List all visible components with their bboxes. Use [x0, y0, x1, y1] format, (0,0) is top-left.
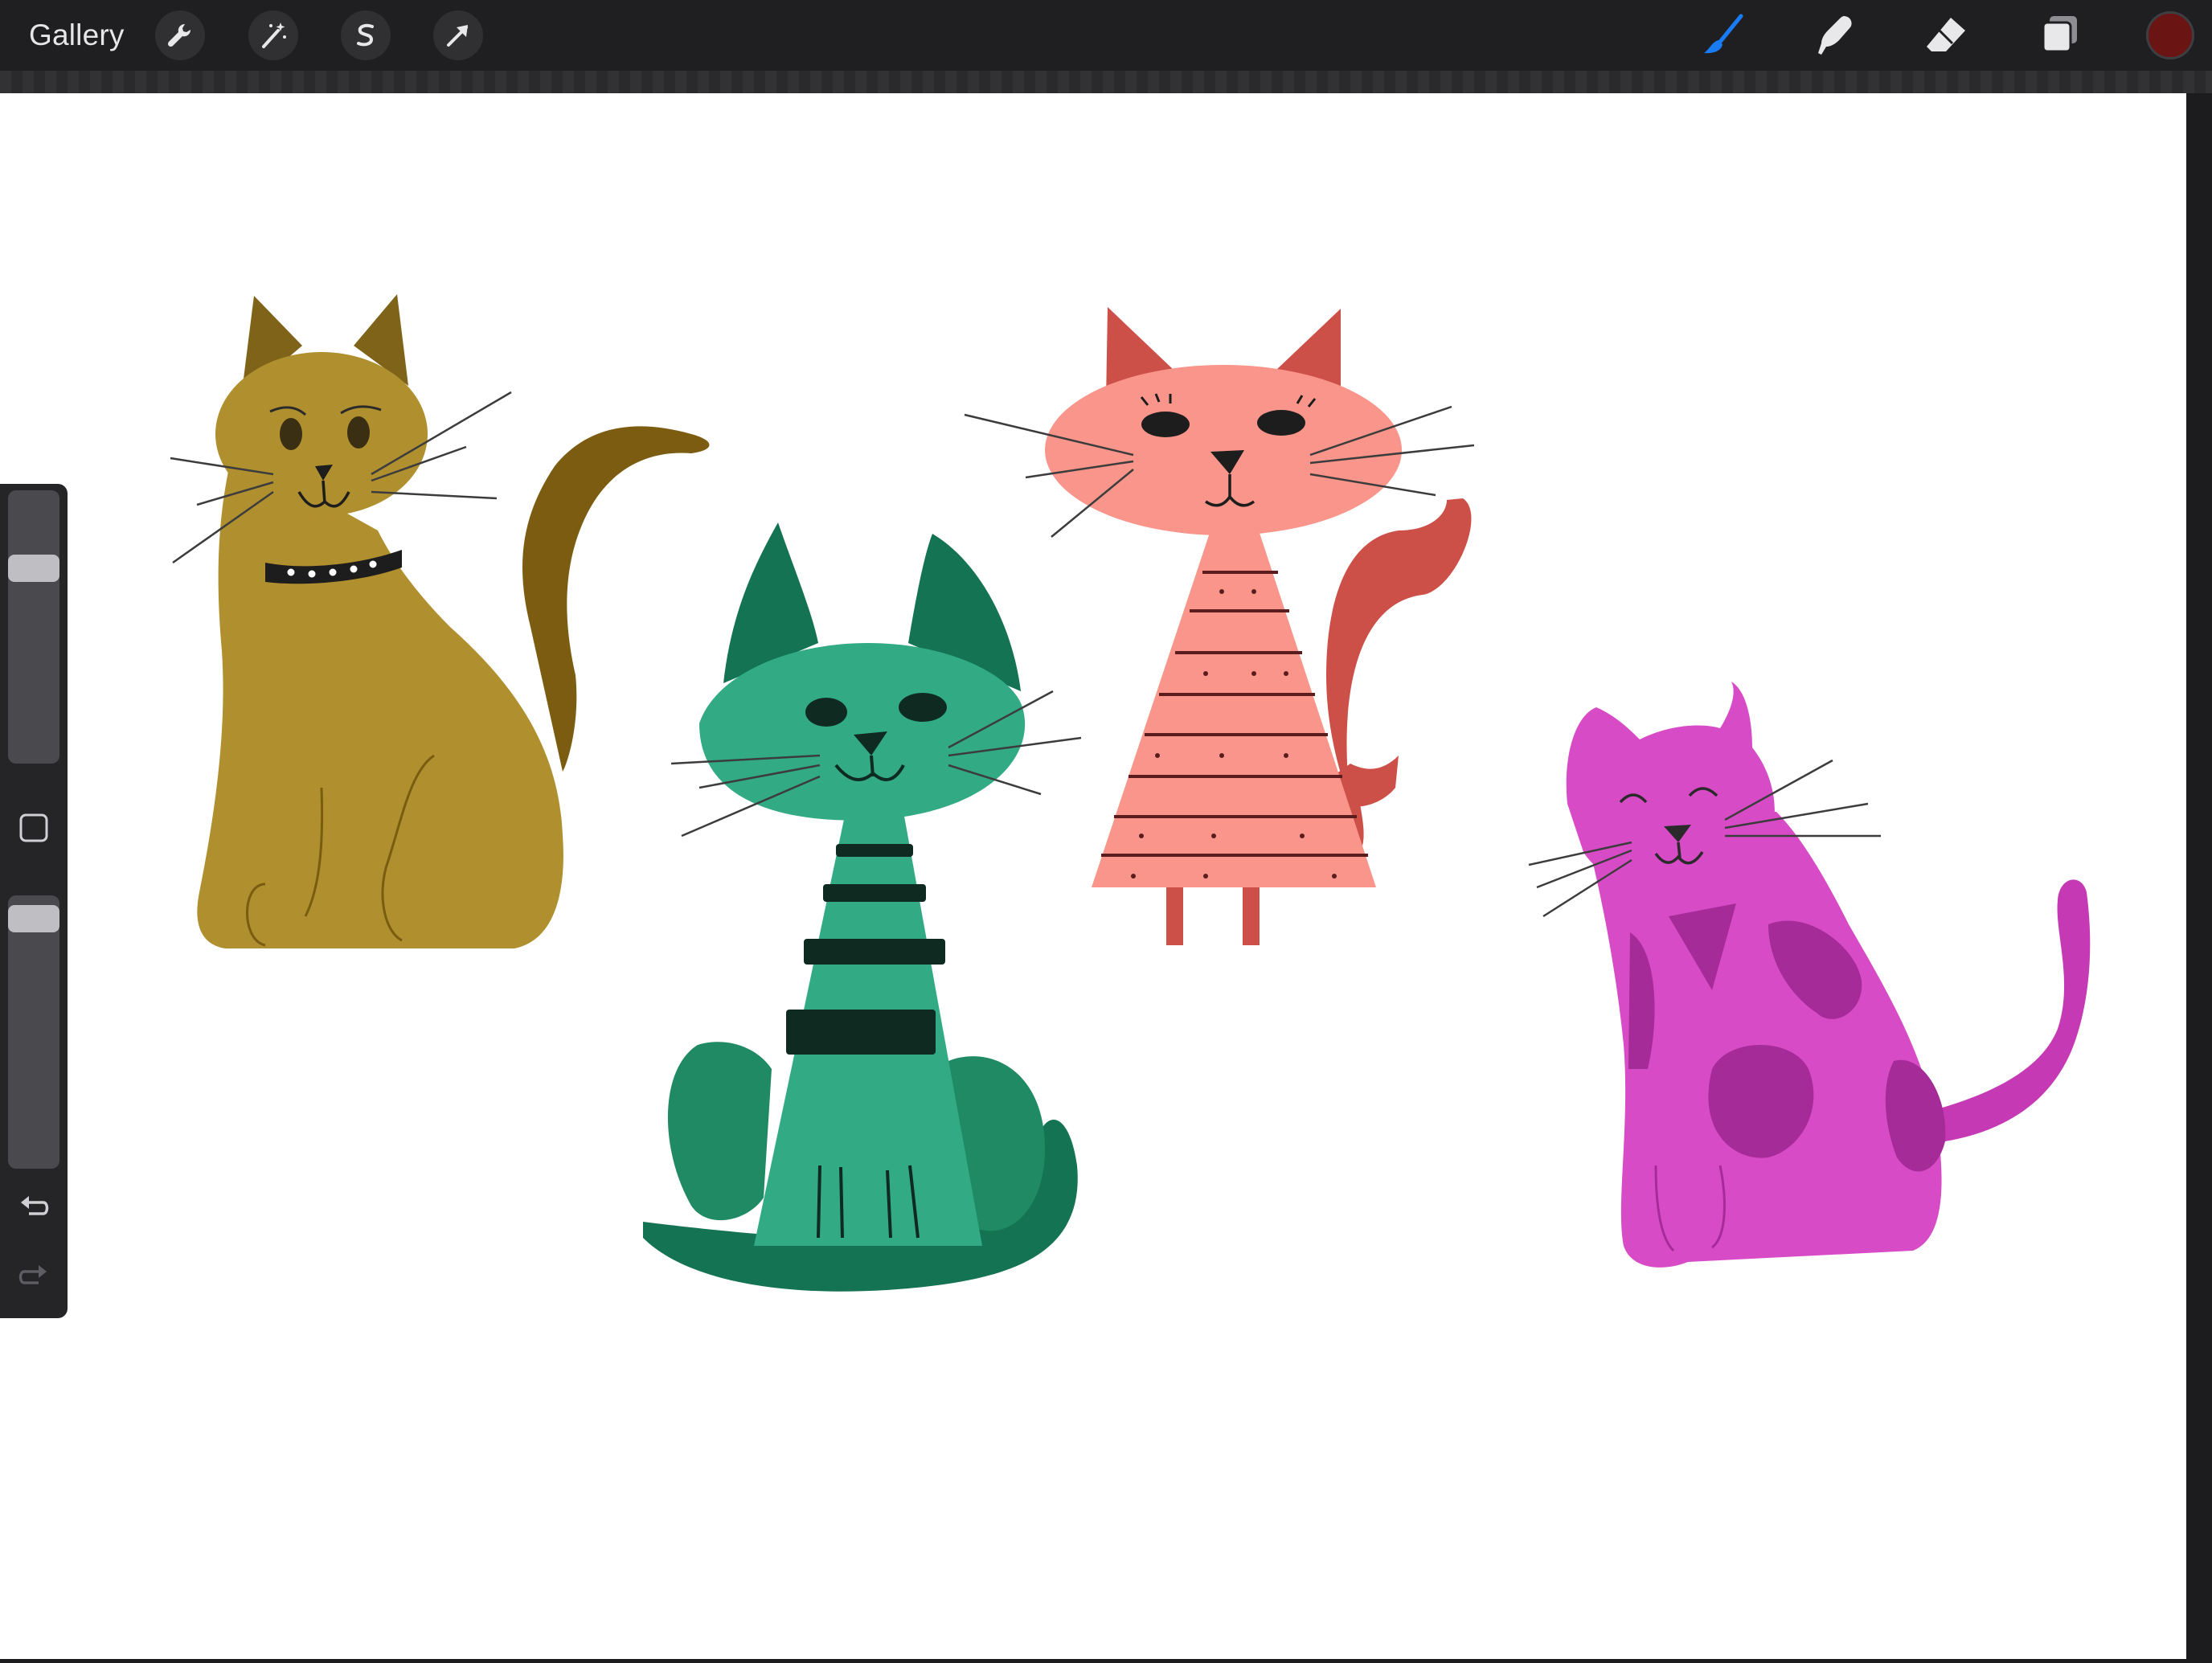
modify-square-icon [19, 813, 48, 842]
mustard-cat [170, 294, 710, 948]
redo-button[interactable] [11, 1254, 56, 1299]
coral-cat [964, 307, 1475, 945]
brush-size-slider[interactable] [8, 490, 59, 764]
drawing-canvas[interactable] [0, 93, 2186, 1659]
brush-tool-button[interactable] [1696, 8, 1751, 63]
magic-wand-icon [262, 23, 286, 48]
smudge-finger-icon [1818, 16, 1852, 55]
toolbar-edge [0, 71, 2212, 93]
layers-button[interactable] [2032, 8, 2087, 63]
brush-icon [1704, 14, 1743, 54]
opacity-slider[interactable] [8, 895, 59, 1169]
magenta-cat [1528, 682, 2091, 1268]
arrow-cursor-icon [447, 25, 468, 47]
actions-button[interactable] [155, 10, 205, 60]
green-cat [643, 522, 1082, 1292]
adjustments-button[interactable] [248, 10, 298, 60]
eraser-tool-button[interactable] [1919, 8, 1973, 63]
gallery-button[interactable]: Gallery [29, 14, 125, 56]
opacity-thumb[interactable] [8, 905, 59, 933]
color-picker-button[interactable] [2146, 11, 2194, 59]
undo-button[interactable] [11, 1185, 56, 1230]
selection-s-icon [357, 23, 374, 47]
layers-icon [2042, 16, 2077, 53]
wrench-icon [167, 23, 191, 47]
top-toolbar: Gallery [0, 0, 2212, 71]
modify-button[interactable] [11, 805, 56, 850]
undo-icon [21, 1196, 49, 1215]
transform-button[interactable] [433, 10, 483, 60]
eraser-icon [1927, 18, 1965, 51]
brush-size-thumb[interactable] [8, 554, 59, 582]
redo-icon [18, 1265, 47, 1284]
artwork [170, 294, 2091, 1292]
brush-sidebar [0, 484, 68, 1318]
selection-button[interactable] [341, 10, 391, 60]
smudge-tool-button[interactable] [1807, 8, 1862, 63]
